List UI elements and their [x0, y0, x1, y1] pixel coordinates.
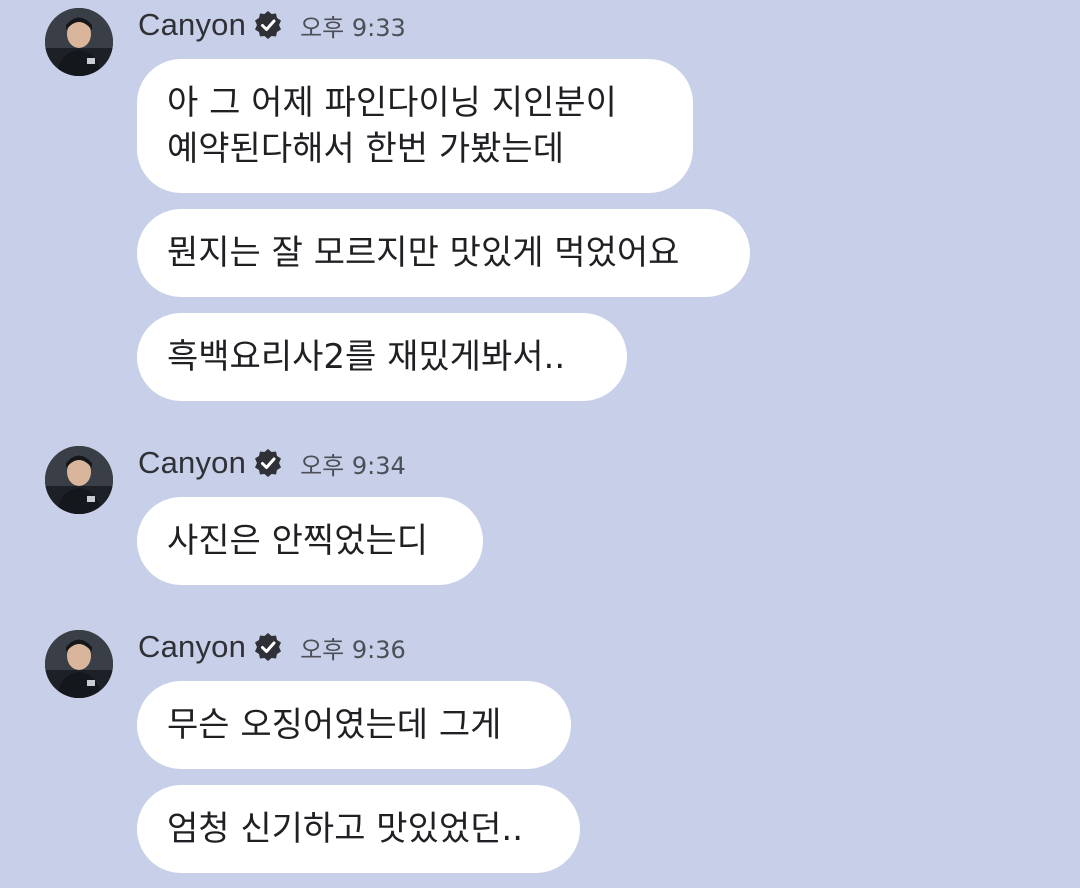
message-time: 오후 9:34 [300, 451, 406, 480]
message-bubble[interactable]: 아 그 어제 파인다이닝 지인분이 예약된다해서 한번 가봤는데 [137, 59, 693, 193]
verified-badge-icon [252, 447, 284, 479]
message-bubble[interactable]: 뭔지는 잘 모르지만 맛있게 먹었어요 [137, 209, 750, 297]
message-header: Canyon 오후 9:36 [138, 627, 406, 667]
message-text: 무슨 오징어였는데 그게 [167, 705, 502, 745]
sender-name[interactable]: Canyon [138, 7, 246, 43]
verified-badge-icon [252, 9, 284, 41]
avatar[interactable] [45, 446, 113, 514]
message-bubble[interactable]: 엄청 신기하고 맛있었던.. [137, 785, 580, 873]
message-header: Canyon 오후 9:34 [138, 443, 406, 483]
message-text: 엄청 신기하고 맛있었던.. [167, 809, 524, 849]
message-text: 예약된다해서 한번 가봤는데 [167, 129, 564, 169]
message-text: 흑백요리사2를 재밌게봐서.. [167, 337, 566, 377]
message-text: 사진은 안찍었는디 [167, 521, 429, 561]
message-header: Canyon 오후 9:33 [138, 5, 406, 45]
message-bubble[interactable]: 사진은 안찍었는디 [137, 497, 483, 585]
message-text: 아 그 어제 파인다이닝 지인분이 [167, 83, 617, 123]
message-time: 오후 9:33 [300, 13, 406, 42]
message-text: 뭔지는 잘 모르지만 맛있게 먹었어요 [167, 233, 680, 273]
message-bubble[interactable]: 무슨 오징어였는데 그게 [137, 681, 571, 769]
verified-badge-icon [252, 631, 284, 663]
sender-name[interactable]: Canyon [138, 629, 246, 665]
message-time: 오후 9:36 [300, 635, 406, 664]
message-bubble[interactable]: 흑백요리사2를 재밌게봐서.. [137, 313, 627, 401]
sender-name[interactable]: Canyon [138, 445, 246, 481]
avatar[interactable] [45, 630, 113, 698]
avatar[interactable] [45, 8, 113, 76]
